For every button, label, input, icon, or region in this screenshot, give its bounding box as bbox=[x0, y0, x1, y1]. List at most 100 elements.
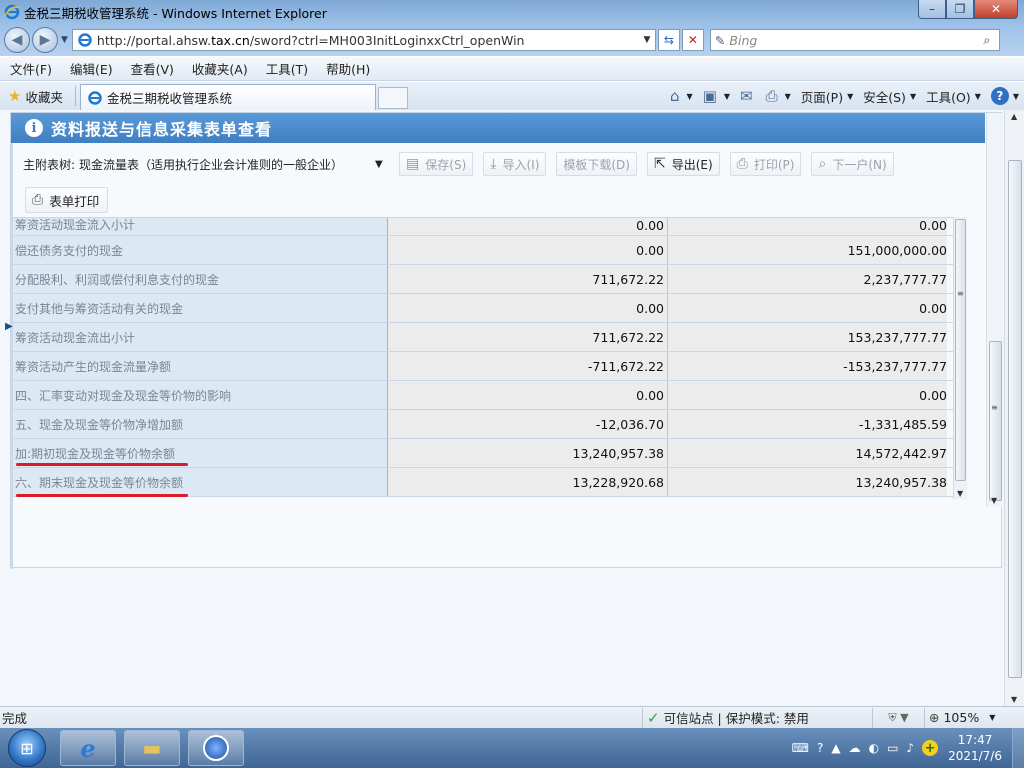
safety-menu[interactable]: 安全(S) ▼ bbox=[858, 87, 921, 106]
menu-help[interactable]: 帮助(H) bbox=[316, 59, 378, 78]
next-taxpayer-button[interactable]: ⌕ 下一户(N) bbox=[811, 152, 894, 176]
folder-icon: ▬ bbox=[142, 736, 162, 760]
save-button[interactable]: ▤ 保存(S) bbox=[399, 152, 474, 176]
taskbar-ie[interactable]: e bbox=[60, 730, 116, 766]
table-row[interactable]: 支付其他与筹资活动有关的现金 0.00 0.00 bbox=[13, 294, 953, 323]
frame-scrollbar[interactable]: ≡ ▼ bbox=[986, 113, 1003, 507]
previous-value-cell[interactable]: 0.00 bbox=[668, 294, 947, 322]
table-row[interactable]: 四、汇率变动对现金及现金等价物的影响 0.00 0.00 bbox=[13, 381, 953, 410]
template-download-button[interactable]: 模板下载(D) bbox=[556, 152, 637, 176]
print-form-button[interactable]: ⎙ 打印(P) bbox=[729, 152, 802, 176]
menu-view[interactable]: 查看(V) bbox=[121, 59, 182, 78]
print-button[interactable]: ⎙ ▼ bbox=[761, 87, 796, 105]
table-row[interactable]: 六、期末现金及现金等价物余额 13,228,920.68 13,240,957.38 bbox=[13, 468, 953, 497]
stop-button[interactable]: ✕ bbox=[681, 29, 704, 51]
url-dropdown-icon[interactable]: ▼ bbox=[639, 35, 655, 45]
current-value-cell[interactable]: 711,672.22 bbox=[388, 265, 668, 293]
taskbar-explorer[interactable]: ▬ bbox=[124, 730, 180, 766]
current-value-cell[interactable]: 0.00 bbox=[388, 218, 668, 235]
form-toolbar: 主附表树: 现金流量表（适用执行企业会计准则的一般企业） ▼ ▤ 保存(S) ⤓ 导… bbox=[13, 147, 983, 181]
bing-icon: ✎ bbox=[714, 32, 726, 48]
volume-icon[interactable]: ♪ bbox=[906, 741, 914, 755]
zone-indicator[interactable]: ✓ 可信站点 | 保护模式: 禁用 bbox=[642, 707, 872, 728]
grid-scroll-thumb[interactable] bbox=[955, 219, 966, 481]
scroll-down-arrow-icon[interactable]: ▼ bbox=[957, 489, 963, 498]
previous-value-cell[interactable]: 13,240,957.38 bbox=[668, 468, 947, 496]
current-value-cell[interactable]: 13,228,920.68 bbox=[388, 468, 668, 496]
home-button[interactable]: ⌂ ▼ bbox=[665, 87, 698, 105]
url-field[interactable]: http://portal.ahsw.tax.cn/sword?ctrl=MH0… bbox=[71, 29, 656, 51]
page-scrollbar[interactable]: ▲ ▼ bbox=[1004, 110, 1024, 706]
scroll-down-arrow-icon[interactable]: ▼ bbox=[1011, 695, 1017, 704]
scroll-down-arrow-icon[interactable]: ▼ bbox=[991, 496, 997, 505]
scroll-up-arrow-icon[interactable]: ▲ bbox=[1011, 112, 1017, 121]
refresh-button[interactable]: ⇆ bbox=[657, 29, 680, 51]
restore-button[interactable]: ❐ bbox=[946, 0, 974, 19]
keyboard-icon[interactable]: ⌨ bbox=[792, 741, 809, 755]
current-value-cell[interactable]: 13,240,957.38 bbox=[388, 439, 668, 467]
current-value-cell[interactable]: -711,672.22 bbox=[388, 352, 668, 380]
previous-value-cell[interactable]: 0.00 bbox=[668, 218, 947, 235]
history-dropdown-icon[interactable]: ▼ bbox=[61, 35, 68, 45]
pin-icon[interactable]: ▲ bbox=[831, 741, 840, 755]
forward-button[interactable]: ▶ bbox=[32, 27, 58, 53]
table-row[interactable]: 筹资活动现金流出小计 711,672.22 153,237,777.77 bbox=[13, 323, 953, 352]
help-tray-icon[interactable]: ? bbox=[817, 741, 823, 755]
grid-scrollbar[interactable]: ≡ ▼ bbox=[953, 217, 967, 499]
splitter-arrow-icon[interactable]: ▶ bbox=[5, 321, 13, 332]
export-button[interactable]: ⇱ 导出(E) bbox=[646, 152, 720, 176]
plus-icon[interactable]: + bbox=[922, 740, 939, 756]
app-tray-icon[interactable]: ◐ bbox=[869, 741, 879, 755]
cloud-icon[interactable]: ☁ bbox=[849, 741, 861, 755]
search-input[interactable]: ✎ Bing ⌕ bbox=[709, 29, 1000, 51]
table-row[interactable]: 分配股利、利润或偿付利息支付的现金 711,672.22 2,237,777.77 bbox=[13, 265, 953, 294]
network-icon[interactable]: ▭ bbox=[887, 741, 898, 755]
previous-value-cell[interactable]: -1,331,485.59 bbox=[668, 410, 947, 438]
menu-file[interactable]: 文件(F) bbox=[0, 59, 60, 78]
feeds-button[interactable]: ▣ ▼ bbox=[698, 87, 735, 105]
form-select[interactable]: 现金流量表（适用执行企业会计准则的一般企业） ▼ bbox=[79, 153, 389, 175]
new-tab-button[interactable] bbox=[377, 87, 408, 109]
help-icon: ? bbox=[990, 87, 1009, 105]
previous-value-cell[interactable]: -153,237,777.77 bbox=[668, 352, 947, 380]
clock[interactable]: 17:47 2021/7/6 bbox=[948, 732, 1002, 764]
current-value-cell[interactable]: -12,036.70 bbox=[388, 410, 668, 438]
current-value-cell[interactable]: 0.00 bbox=[388, 381, 668, 409]
taskbar-app[interactable] bbox=[188, 730, 244, 766]
favorites-button[interactable]: ★ 收藏夹 bbox=[0, 87, 71, 106]
current-value-cell[interactable]: 0.00 bbox=[388, 236, 668, 264]
page-scroll-thumb[interactable] bbox=[1008, 160, 1022, 678]
table-row[interactable]: 筹资活动现金流入小计 0.00 0.00 bbox=[13, 218, 953, 236]
help-button[interactable]: ? ▼ bbox=[986, 87, 1024, 105]
table-row[interactable]: 筹资活动产生的现金流量净额 -711,672.22 -153,237,777.77 bbox=[13, 352, 953, 381]
form-print-button[interactable]: ⎙ 表单打印 bbox=[25, 187, 109, 213]
mail-button[interactable]: ✉ bbox=[735, 87, 761, 105]
previous-value-cell[interactable]: 2,237,777.77 bbox=[668, 265, 947, 293]
import-button[interactable]: ⤓ 导入(I) bbox=[483, 152, 547, 176]
table-row[interactable]: 五、现金及现金等价物净增加额 -12,036.70 -1,331,485.59 bbox=[13, 410, 953, 439]
security-button[interactable]: ⛨ ▼ bbox=[872, 707, 924, 728]
menu-edit[interactable]: 编辑(E) bbox=[60, 59, 121, 78]
frame-scroll-thumb[interactable] bbox=[989, 341, 1002, 501]
previous-value-cell[interactable]: 153,237,777.77 bbox=[668, 323, 947, 351]
table-row[interactable]: 偿还债务支付的现金 0.00 151,000,000.00 bbox=[13, 236, 953, 265]
previous-value-cell[interactable]: 0.00 bbox=[668, 381, 947, 409]
forward-arrow-icon: ▶ bbox=[39, 32, 51, 48]
search-icon[interactable]: ⌕ bbox=[975, 32, 999, 48]
show-desktop-button[interactable] bbox=[1012, 728, 1024, 768]
current-value-cell[interactable]: 0.00 bbox=[388, 294, 668, 322]
previous-value-cell[interactable]: 151,000,000.00 bbox=[668, 236, 947, 264]
menu-tools[interactable]: 工具(T) bbox=[256, 59, 316, 78]
zoom-control[interactable]: ⊕ 105% ▼ bbox=[924, 707, 995, 728]
menu-favorites[interactable]: 收藏夹(A) bbox=[182, 59, 256, 78]
template-label: 模板下载(D) bbox=[563, 157, 630, 172]
close-button[interactable]: ✕ bbox=[974, 0, 1018, 19]
previous-value-cell[interactable]: 14,572,442.97 bbox=[668, 439, 947, 467]
page-menu[interactable]: 页面(P) ▼ bbox=[796, 87, 858, 106]
minimize-button[interactable]: – bbox=[918, 0, 946, 19]
back-button[interactable]: ◀ bbox=[4, 27, 30, 53]
current-value-cell[interactable]: 711,672.22 bbox=[388, 323, 668, 351]
tools-menu[interactable]: 工具(O) ▼ bbox=[921, 87, 986, 106]
tab-active[interactable]: 金税三期税收管理系统 bbox=[79, 84, 376, 110]
start-button[interactable]: ⊞ bbox=[8, 729, 46, 767]
